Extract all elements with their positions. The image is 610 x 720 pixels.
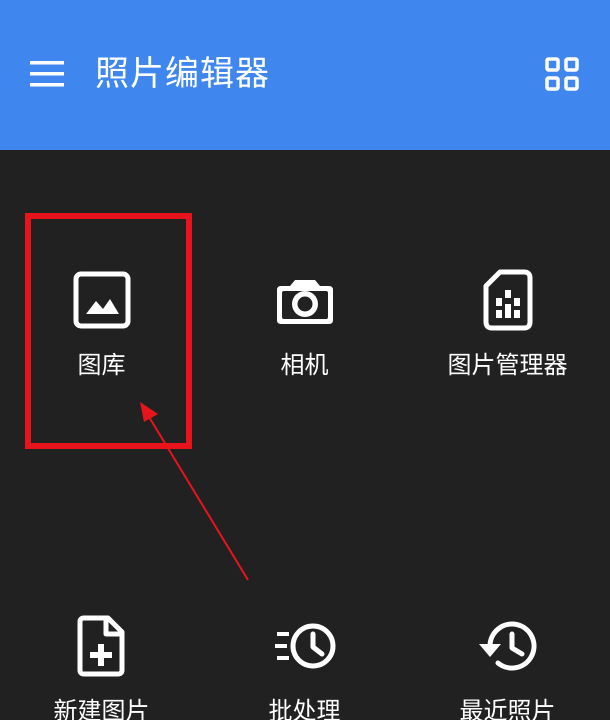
hamburger-menu-icon[interactable] [30, 60, 64, 88]
new-file-icon [77, 615, 124, 677]
image-gallery-icon [73, 271, 130, 329]
tile-picture-manager[interactable]: 图片管理器 [406, 268, 609, 380]
sd-card-icon [483, 269, 532, 331]
tile-label: 新建图片 [53, 697, 150, 720]
tile-new-picture[interactable]: 新建图片 [0, 614, 203, 720]
tile-recent-photos[interactable]: 最近照片 [406, 614, 609, 720]
app-bar: 照片编辑器 [0, 0, 610, 150]
tile-gallery[interactable]: 图库 [0, 268, 203, 380]
tile-batch[interactable]: 批处理 [203, 614, 406, 720]
tile-camera[interactable]: 相机 [203, 268, 406, 380]
tile-label: 相机 [280, 351, 329, 379]
tile-label: 图库 [77, 351, 126, 379]
tile-label: 批处理 [268, 697, 341, 720]
tile-label: 图片管理器 [447, 351, 568, 379]
grid-view-icon[interactable] [545, 57, 579, 91]
history-icon [478, 621, 536, 671]
app-title: 照片编辑器 [95, 54, 270, 94]
tools-grid: 图库 相机 图片管理器 新建图片 批处理 最近照片 [0, 150, 610, 720]
batch-clock-icon [274, 623, 335, 669]
tile-label: 最近照片 [459, 697, 556, 720]
camera-icon [276, 280, 333, 324]
